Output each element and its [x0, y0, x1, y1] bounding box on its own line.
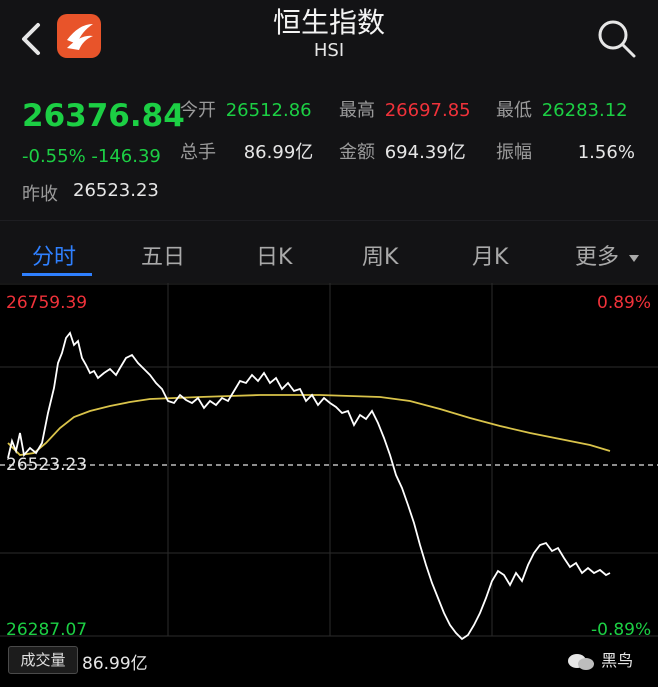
chevron-down-icon — [629, 255, 640, 262]
volume-value: 86.99亿 — [82, 654, 148, 674]
stat-volume: 总手 86.99亿 — [180, 142, 314, 163]
tab-intraday[interactable]: 分时 — [32, 239, 76, 271]
chart-tabs: 分时 五日 日K 周K 月K 更多 — [0, 220, 658, 283]
chart-prev-close-label: 26523.23 — [6, 455, 88, 475]
price-line — [7, 331, 611, 641]
stat-turnover: 金额 694.39亿 — [339, 142, 466, 163]
chart-top-pct: 0.89% — [597, 293, 652, 313]
stat-amplitude: 振幅 1.56% — [496, 142, 635, 163]
chart-bottom-price: 26287.07 — [6, 620, 88, 640]
tab-five-day[interactable]: 五日 — [141, 239, 185, 271]
average-price-line — [7, 394, 611, 456]
chart-bottom-pct: -0.89% — [591, 620, 652, 640]
page-subtitle: HSI — [313, 40, 345, 61]
tab-weekly-k[interactable]: 周K — [362, 239, 398, 271]
tab-daily-k[interactable]: 日K — [256, 239, 292, 271]
chart-grid — [0, 283, 658, 637]
top-bar: 恒生指数 HSI — [0, 0, 658, 80]
price-change: -0.55% -146.39 — [22, 146, 161, 167]
search-icon[interactable] — [594, 16, 638, 60]
prev-close-value: 26523.23 — [73, 180, 159, 201]
page-title: 恒生指数 — [272, 6, 385, 39]
tab-monthly-k[interactable]: 月K — [472, 239, 508, 271]
app-logo-icon — [57, 14, 101, 58]
title-block: 恒生指数 HSI — [229, 6, 429, 62]
prev-close-label: 昨收 — [22, 184, 58, 205]
stat-open: 今开 26512.86 — [180, 100, 312, 121]
volume-button[interactable]: 成交量 — [8, 646, 78, 674]
intraday-chart[interactable]: 26759.39 0.89% 26523.23 26287.07 -0.89% … — [0, 283, 658, 687]
active-tab-indicator — [22, 273, 92, 276]
stat-low: 最低 26283.12 — [496, 100, 628, 121]
back-arrow-icon[interactable] — [18, 22, 46, 56]
watermark: 黑鸟 — [566, 647, 633, 672]
chart-top-price: 26759.39 — [6, 293, 88, 313]
wechat-icon — [568, 653, 594, 670]
current-price: 26376.84 — [22, 98, 185, 134]
quote-panel: 26376.84 -0.55% -146.39 昨收 26523.23 今开 2… — [0, 80, 658, 220]
stat-high: 最高 26697.85 — [339, 100, 471, 121]
tab-more[interactable]: 更多 — [575, 239, 640, 271]
